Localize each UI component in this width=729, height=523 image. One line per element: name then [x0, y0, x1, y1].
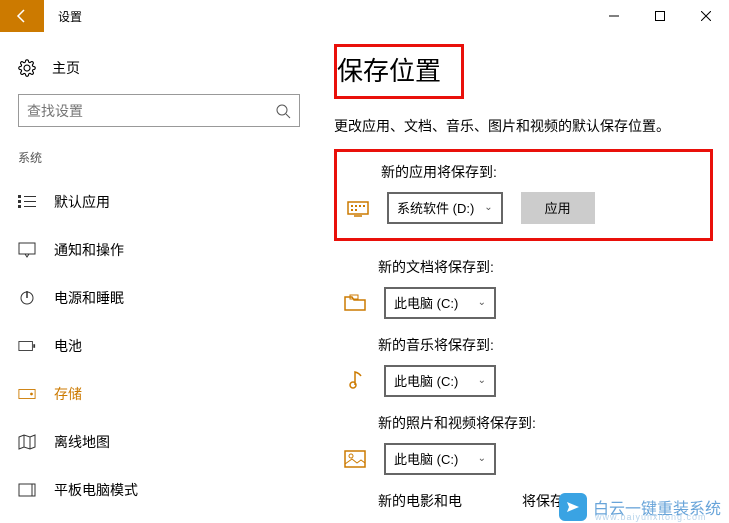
- chevron-down-icon: ⌄: [478, 453, 486, 464]
- chevron-down-icon: ⌄: [478, 297, 486, 308]
- apply-button[interactable]: 应用: [521, 192, 595, 224]
- sidebar-section-label: 系统: [0, 149, 318, 178]
- setting-row-documents: 新的文档将保存到: 此电脑 (C:) ⌄: [334, 257, 713, 319]
- maximize-button[interactable]: [637, 0, 683, 32]
- dropdown-value: 系统软件 (D:): [397, 198, 474, 217]
- battery-icon: [18, 340, 36, 352]
- search-icon: [275, 103, 291, 119]
- sidebar-item-label: 通知和操作: [54, 240, 124, 260]
- window-title: 设置: [44, 8, 82, 25]
- setting-row-music: 新的音乐将保存到: 此电脑 (C:) ⌄: [334, 335, 713, 397]
- setting-label-photos: 新的照片和视频将保存到:: [378, 413, 703, 433]
- page-title: 保存位置: [337, 51, 441, 88]
- sidebar-item-label: 离线地图: [54, 432, 110, 452]
- watermark-url: www.baiyunxitong.com: [595, 512, 707, 522]
- sidebar-item-notifications[interactable]: 通知和操作: [0, 226, 318, 274]
- sidebar-home-label: 主页: [52, 58, 80, 78]
- sidebar-item-power-sleep[interactable]: 电源和睡眠: [0, 274, 318, 322]
- sidebar-item-storage[interactable]: 存储: [0, 370, 318, 418]
- photos-location-dropdown[interactable]: 此电脑 (C:) ⌄: [384, 443, 496, 475]
- main-content: 保存位置 更改应用、文档、音乐、图片和视频的默认保存位置。 新的应用将保存到: …: [318, 32, 729, 523]
- back-button[interactable]: [0, 0, 44, 32]
- page-title-highlight: 保存位置: [334, 44, 464, 99]
- sidebar: 主页 系统 默认应用 通知和操作 电源和睡眠 电池 存储: [0, 32, 318, 523]
- watermark: 白云一键重装系统 www.baiyunxitong.com: [559, 493, 721, 521]
- setting-label-apps: 新的应用将保存到:: [381, 162, 700, 182]
- watermark-logo-icon: [559, 493, 587, 521]
- music-location-dropdown[interactable]: 此电脑 (C:) ⌄: [384, 365, 496, 397]
- search-input[interactable]: [27, 103, 275, 119]
- search-box[interactable]: [18, 94, 300, 127]
- close-button[interactable]: [683, 0, 729, 32]
- dropdown-value: 此电脑 (C:): [394, 449, 458, 468]
- storage-icon: [18, 388, 36, 400]
- arrow-left-icon: [14, 8, 30, 24]
- setting-row-photos: 新的照片和视频将保存到: 此电脑 (C:) ⌄: [334, 413, 713, 475]
- sidebar-item-label: 存储: [54, 384, 82, 404]
- notifications-icon: [18, 242, 36, 258]
- sidebar-item-label: 平板电脑模式: [54, 480, 138, 500]
- window-controls: [591, 0, 729, 32]
- apps-icon: [347, 197, 369, 219]
- sidebar-item-tablet-mode[interactable]: 平板电脑模式: [0, 466, 318, 514]
- tablet-icon: [18, 483, 36, 497]
- photos-icon: [344, 448, 366, 470]
- gear-icon: [18, 59, 36, 77]
- dropdown-value: 此电脑 (C:): [394, 293, 458, 312]
- titlebar: 设置: [0, 0, 729, 32]
- sidebar-item-label: 电源和睡眠: [54, 288, 124, 308]
- sidebar-item-label: 默认应用: [54, 192, 110, 212]
- sidebar-item-battery[interactable]: 电池: [0, 322, 318, 370]
- page-description: 更改应用、文档、音乐、图片和视频的默认保存位置。: [334, 117, 713, 137]
- documents-location-dropdown[interactable]: 此电脑 (C:) ⌄: [384, 287, 496, 319]
- music-icon: [344, 370, 366, 392]
- highlighted-setting-block: 新的应用将保存到: 系统软件 (D:) ⌄ 应用: [334, 149, 713, 241]
- setting-label-music: 新的音乐将保存到:: [378, 335, 703, 355]
- power-icon: [18, 290, 36, 306]
- minimize-button[interactable]: [591, 0, 637, 32]
- dropdown-value: 此电脑 (C:): [394, 371, 458, 390]
- sidebar-item-offline-maps[interactable]: 离线地图: [0, 418, 318, 466]
- chevron-down-icon: ⌄: [484, 202, 492, 213]
- apps-location-dropdown[interactable]: 系统软件 (D:) ⌄: [387, 192, 503, 224]
- chevron-down-icon: ⌄: [478, 375, 486, 386]
- documents-icon: [344, 292, 366, 314]
- sidebar-item-default-apps[interactable]: 默认应用: [0, 178, 318, 226]
- map-icon: [18, 434, 36, 450]
- setting-label-documents: 新的文档将保存到:: [378, 257, 703, 277]
- sidebar-item-label: 电池: [54, 336, 82, 356]
- default-apps-icon: [18, 195, 36, 209]
- sidebar-home[interactable]: 主页: [0, 50, 318, 94]
